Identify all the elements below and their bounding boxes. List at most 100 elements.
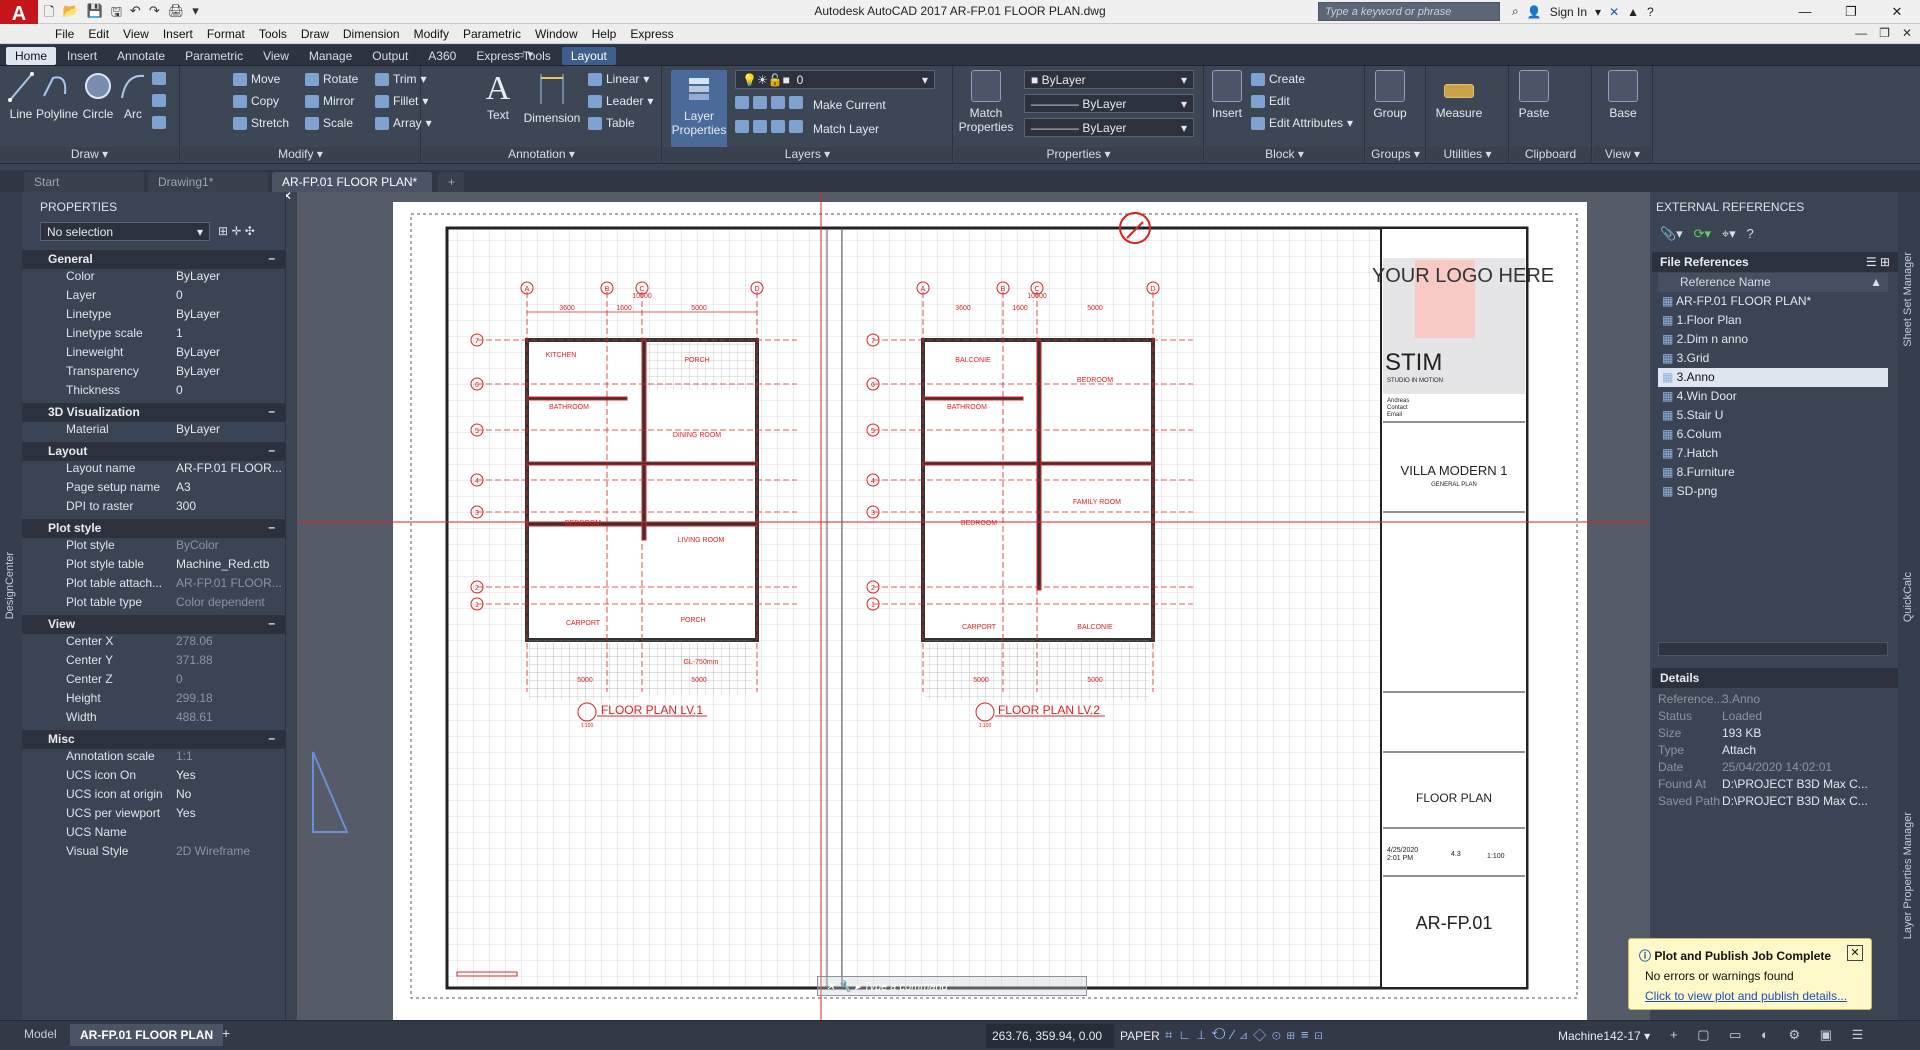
plot-details-link[interactable]: Click to view plot and publish details..…	[1645, 989, 1847, 1003]
attach-dwg-icon[interactable]: 📎▾	[1660, 226, 1683, 241]
designcenter-tab[interactable]: DesignCenter	[4, 552, 16, 619]
exchange-apps-icon[interactable]: ✕	[1609, 5, 1619, 19]
hatch-tool[interactable]	[152, 94, 166, 107]
base-button[interactable]: Base	[1603, 70, 1643, 120]
property-row[interactable]: Thickness 0	[22, 383, 285, 402]
group-button[interactable]: Group	[1370, 70, 1410, 120]
property-row[interactable]: UCS icon On Yes	[22, 768, 285, 787]
xref-help-icon[interactable]: ?	[1747, 226, 1754, 241]
menu-express[interactable]: Express	[630, 27, 687, 41]
collapse-icon[interactable]: –	[268, 520, 275, 534]
chevron-down-icon[interactable]: ▾	[1595, 5, 1601, 19]
linetype-dropdown[interactable]: ———— ByLayer ▾	[1024, 94, 1194, 113]
model-tab[interactable]: Model	[24, 1027, 57, 1041]
workspace-machine[interactable]: Machine142-17 ▾	[1558, 1029, 1650, 1043]
layer-dropdown[interactable]: 💡☀🔓■ 0 ▾	[735, 70, 935, 89]
paper-space-toggle[interactable]: PAPER	[1120, 1029, 1160, 1043]
edit-attributes-button[interactable]: Edit Attributes ▾	[1251, 116, 1353, 130]
property-row[interactable]: Width 488.61	[22, 710, 285, 729]
collapse-icon[interactable]: –	[268, 443, 275, 457]
line-button[interactable]: Line	[4, 70, 38, 121]
property-row[interactable]: Linetype scale 1	[22, 326, 285, 345]
stretch-button[interactable]: Stretch	[233, 116, 289, 130]
property-row[interactable]: UCS Name	[22, 825, 285, 844]
circle-button[interactable]: Circle	[80, 70, 116, 121]
lineweight-dropdown[interactable]: ———— ByLayer ▾	[1024, 118, 1194, 137]
property-row[interactable]: Layout name AR-FP.01 FLOOR...	[22, 461, 285, 480]
toggle-pickadd-icon[interactable]: ⊞ ✛ ✣	[218, 224, 255, 238]
property-row[interactable]: Plot table type Color dependent	[22, 595, 285, 614]
help-icon[interactable]: ?	[1647, 5, 1654, 19]
tab-annotate[interactable]: Annotate	[108, 47, 174, 65]
xref-item[interactable]: ▦ 5.Stair U	[1658, 406, 1888, 425]
collapse-icon[interactable]: –	[268, 404, 275, 418]
fillet-button[interactable]: Fillet ▾	[375, 94, 428, 108]
trim-button[interactable]: Trim ▾	[375, 72, 427, 86]
xref-item[interactable]: ▦ 2.Dim n anno	[1658, 330, 1888, 349]
layer-properties-button[interactable]: Layer Properties	[671, 70, 727, 148]
tab-manage[interactable]: Manage	[300, 47, 361, 65]
xref-item[interactable]: ▦ 6.Colum	[1658, 425, 1888, 444]
reference-name-column[interactable]: Reference Name ▲	[1658, 273, 1888, 292]
tab-insert[interactable]: Insert	[58, 47, 106, 65]
collapse-icon[interactable]: –	[268, 731, 275, 745]
polyline-button[interactable]: Polyline	[36, 70, 78, 121]
property-row[interactable]: Plot table attach... AR-FP.01 FLOOR...	[22, 576, 285, 595]
properties-panel-title[interactable]: Properties ▾	[954, 147, 1203, 163]
property-row[interactable]: UCS per viewport Yes	[22, 806, 285, 825]
property-row[interactable]: Height 299.18	[22, 691, 285, 710]
menu-dimension[interactable]: Dimension	[343, 27, 414, 41]
doc-minimize-icon[interactable]: —	[1855, 26, 1867, 40]
edit-block-button[interactable]: Edit	[1251, 94, 1290, 108]
layer-tools-row2[interactable]	[735, 120, 803, 133]
qat-dropdown-icon[interactable]: ▾	[192, 3, 199, 25]
copy-button[interactable]: Copy	[233, 94, 279, 108]
coordinates-display[interactable]: 263.76, 359.94, 0.00	[986, 1024, 1114, 1048]
tab-ar-fp01[interactable]: AR-FP.01 FLOOR PLAN* ✕	[272, 172, 432, 203]
groups-panel-title[interactable]: Groups ▾	[1366, 147, 1425, 163]
maximize-icon[interactable]: ❐	[1828, 0, 1874, 24]
layers-panel-title[interactable]: Layers ▾	[663, 147, 952, 163]
tab-start[interactable]: Start	[24, 172, 144, 192]
make-current-button[interactable]: Make Current	[813, 98, 886, 112]
drafting-toggles[interactable]: ⌗∟⊥⟲∕⊿◇⊙⊞≡⊡	[1165, 1027, 1329, 1043]
layout-tab[interactable]: AR-FP.01 FLOOR PLAN	[70, 1024, 224, 1046]
boundary-tool[interactable]	[152, 116, 166, 129]
ribbon-minimize-icon[interactable]: ▭ ▾	[514, 48, 533, 61]
xref-item[interactable]: ▦ 7.Hatch	[1658, 444, 1888, 463]
search-input[interactable]: Type a keyword or phrase	[1318, 2, 1500, 21]
table-button[interactable]: Table	[588, 116, 635, 130]
section-layout[interactable]: Layout –	[22, 442, 285, 461]
doc-close-icon[interactable]: ✕	[1902, 26, 1912, 40]
sign-in-link[interactable]: Sign In	[1550, 5, 1587, 19]
measure-button[interactable]: Measure	[1433, 70, 1485, 120]
layer-tools-row1[interactable]	[735, 96, 803, 109]
close-notification-icon[interactable]: ✕	[1847, 945, 1863, 961]
linear-button[interactable]: Linear ▾	[588, 72, 649, 86]
property-row[interactable]: Color ByLayer	[22, 269, 285, 288]
draw-panel-title[interactable]: Draw ▾	[0, 147, 179, 163]
layout-sheet[interactable]: YOUR LOGO HERE STIM STUDIO IN MOTION And…	[297, 192, 1650, 1020]
property-row[interactable]: UCS icon at origin No	[22, 787, 285, 806]
tab-output[interactable]: Output	[363, 47, 417, 65]
view-panel-title[interactable]: View ▾	[1593, 147, 1652, 163]
property-row[interactable]: DPI to raster 300	[22, 499, 285, 518]
tab-a360[interactable]: A360	[419, 47, 465, 65]
save-as-icon[interactable]: 🖫	[111, 3, 122, 25]
property-row[interactable]: Center X 278.06	[22, 634, 285, 653]
tab-drawing1[interactable]: Drawing1*	[148, 172, 268, 192]
save-icon[interactable]: 💾	[87, 3, 103, 25]
menu-file[interactable]: File	[55, 27, 88, 41]
property-row[interactable]: Visual Style 2D Wireframe	[22, 844, 285, 863]
tab-home[interactable]: Home	[6, 47, 57, 65]
match-properties-button[interactable]: Match Properties	[958, 70, 1014, 134]
section-general[interactable]: General –	[22, 250, 285, 269]
undo-icon[interactable]: ↶	[130, 3, 141, 25]
quickcalc-tab[interactable]: QuickCalc	[1902, 572, 1914, 622]
property-row[interactable]: Layer 0	[22, 288, 285, 307]
xref-item[interactable]: ▦ 4.Win Door	[1658, 387, 1888, 406]
insert-button[interactable]: Insert	[1207, 70, 1247, 120]
rectangle-tool[interactable]	[152, 72, 166, 85]
menu-draw[interactable]: Draw	[301, 27, 343, 41]
modify-panel-title[interactable]: Modify ▾	[181, 147, 420, 163]
